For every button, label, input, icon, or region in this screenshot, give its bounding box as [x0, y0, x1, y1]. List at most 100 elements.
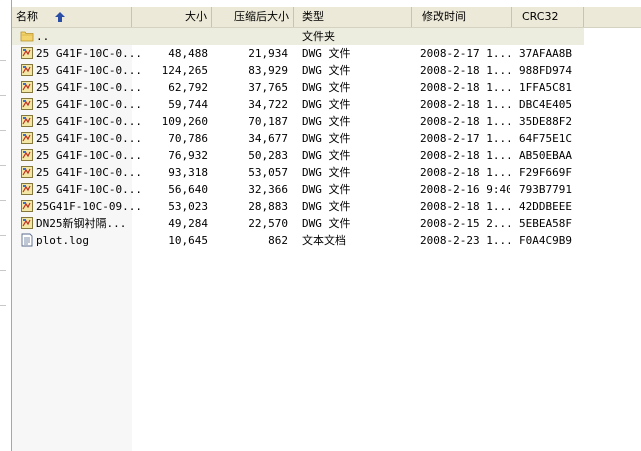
column-header-name[interactable]: 名称 — [12, 7, 132, 27]
column-header-compressed-size[interactable]: 压缩后大小 — [212, 7, 294, 27]
column-header: 名称 大小 压缩后大小 类型 修改时间 CRC32 — [12, 7, 641, 28]
list-item-crc32: 5EBEA58F — [519, 217, 572, 230]
list-item-type: DWG 文件 — [302, 166, 351, 179]
list-item-name: 25G41F-10C-09... — [36, 200, 142, 213]
list-item-size: 59,744 — [168, 98, 208, 111]
list-item-name: plot.log — [36, 234, 89, 247]
list-item-crc32: 42DDBEEE — [519, 200, 572, 213]
list-item-compressed-size: 70,187 — [248, 115, 288, 128]
list-item-modified: 2008-2-16 9:40 — [420, 183, 510, 196]
list-item-crc32: 988FD974 — [519, 64, 572, 77]
list-item-type: DWG 文件 — [302, 47, 351, 60]
dwg-file-icon — [21, 64, 33, 76]
list-item-name: .. — [36, 30, 50, 43]
list-item-size: 10,645 — [168, 234, 208, 247]
list-item-type: 文本文档 — [302, 234, 346, 247]
list-item-size: 109,260 — [161, 115, 208, 128]
list-item-type: DWG 文件 — [302, 183, 351, 196]
list-item-type: DWG 文件 — [302, 81, 351, 94]
dwg-file-icon — [21, 166, 33, 178]
column-header-name-label: 名称 — [16, 10, 38, 23]
list-item-name: 25 G41F-10C-0... — [36, 149, 142, 162]
list-item[interactable]: 25 G41F-10C-0... 59,744 34,722 DWG 文件 2008-2… — [12, 96, 584, 113]
list-item[interactable]: 25 G41F-10C-0... 70,786 34,677 DWG 文件 2008-2… — [12, 130, 584, 147]
list-item-name: 25 G41F-10C-0... — [36, 132, 142, 145]
list-item-crc32: F29F669F — [519, 166, 572, 179]
left-panel-tick — [0, 200, 6, 201]
left-panel-tick — [0, 60, 6, 61]
list-item[interactable]: 25 G41F-10C-0... 93,318 53,057 DWG 文件 2008-2… — [12, 164, 584, 181]
dwg-file-icon — [21, 81, 33, 93]
column-header-size[interactable]: 大小 — [132, 7, 212, 27]
list-item-compressed-size: 28,883 — [248, 200, 288, 213]
list-item-crc32: AB50EBAA — [519, 149, 572, 162]
list-item-type: DWG 文件 — [302, 200, 351, 213]
list-item-compressed-size: 34,677 — [248, 132, 288, 145]
list-item-crc32: 35DE88F2 — [519, 115, 572, 128]
list-item-crc32: DBC4E405 — [519, 98, 572, 111]
list-item[interactable]: 25 G41F-10C-0... 48,488 21,934 DWG 文件 2008-2… — [12, 45, 584, 62]
list-item[interactable]: DN25新钢衬隔... 49,284 22,570 DWG 文件 2008-2-15 2… — [12, 215, 584, 232]
list-item-name: 25 G41F-10C-0... — [36, 47, 142, 60]
column-header-crc32[interactable]: CRC32 — [512, 7, 584, 27]
dwg-file-icon — [21, 149, 33, 161]
list-item-modified: 2008-2-15 2... — [420, 217, 510, 230]
left-panel-edge — [0, 0, 12, 451]
list-item[interactable]: 25 G41F-10C-0... 109,260 70,187 DWG 文件 2008-… — [12, 113, 584, 130]
dwg-file-icon — [21, 98, 33, 110]
list-item-crc32: 64F75E1C — [519, 132, 572, 145]
list-item-size: 56,640 — [168, 183, 208, 196]
list-item-size: 93,318 — [168, 166, 208, 179]
column-header-modified[interactable]: 修改时间 — [412, 7, 512, 27]
column-header-type[interactable]: 类型 — [294, 7, 412, 27]
list-item-compressed-size: 50,283 — [248, 149, 288, 162]
list-item-crc32: 1FFA5C81 — [519, 81, 572, 94]
list-item-name: 25 G41F-10C-0... — [36, 64, 142, 77]
list-item[interactable]: 25 G41F-10C-0... 62,792 37,765 DWG 文件 2008-2… — [12, 79, 584, 96]
list-item-type: DWG 文件 — [302, 115, 351, 128]
list-item-size: 62,792 — [168, 81, 208, 94]
list-item-compressed-size: 32,366 — [248, 183, 288, 196]
list-item-name: 25 G41F-10C-0... — [36, 81, 142, 94]
list-item[interactable]: plot.log 10,645 862 文本文档 2008-2-23 1... F0A4C… — [12, 232, 584, 249]
list-item-modified: 2008-2-23 1... — [420, 234, 510, 247]
list-item-size: 53,023 — [168, 200, 208, 213]
list-item-compressed-size: 37,765 — [248, 81, 288, 94]
list-item-parent-folder[interactable]: .. 文件夹 — [12, 28, 584, 45]
list-item-type: DWG 文件 — [302, 217, 351, 230]
dwg-file-icon — [21, 217, 33, 229]
list-item-modified: 2008-2-18 1... — [420, 81, 510, 94]
list-item-compressed-size: 53,057 — [248, 166, 288, 179]
left-panel-tick — [0, 270, 6, 271]
list-item[interactable]: 25 G41F-10C-0... 124,265 83,929 DWG 文件 2008-… — [12, 62, 584, 79]
list-item-type: DWG 文件 — [302, 132, 351, 145]
list-item-modified: 2008-2-17 1... — [420, 132, 510, 145]
dwg-file-icon — [21, 132, 33, 144]
list-item-compressed-size: 21,934 — [248, 47, 288, 60]
sort-up-arrow-icon — [54, 12, 65, 22]
list-item[interactable]: 25 G41F-10C-0... 56,640 32,366 DWG 文件 2008-2… — [12, 181, 584, 198]
dwg-file-icon — [21, 183, 33, 195]
list-item-compressed-size: 862 — [268, 234, 288, 247]
list-item[interactable]: 25G41F-10C-09... 53,023 28,883 DWG 文件 2008-2… — [12, 198, 584, 215]
list-item-compressed-size: 34,722 — [248, 98, 288, 111]
list-item-type: 文件夹 — [302, 30, 335, 43]
list-item-size: 70,786 — [168, 132, 208, 145]
list-item-size: 76,932 — [168, 149, 208, 162]
list-item-size: 124,265 — [161, 64, 208, 77]
list-item-modified: 2008-2-18 1... — [420, 98, 510, 111]
list-item-modified: 2008-2-18 1... — [420, 64, 510, 77]
list-item-modified: 2008-2-18 1... — [420, 149, 510, 162]
list-item-modified: 2008-2-18 1... — [420, 200, 510, 213]
list-item-name: 25 G41F-10C-0... — [36, 183, 142, 196]
list-item-modified: 2008-2-18 1... — [420, 166, 510, 179]
list-item-crc32: F0A4C9B9 — [519, 234, 572, 247]
list-item-modified: 2008-2-18 1... — [420, 115, 510, 128]
list-item-name: DN25新钢衬隔... — [36, 217, 127, 230]
list-item-size: 48,488 — [168, 47, 208, 60]
left-panel-tick — [0, 95, 6, 96]
left-panel-tick — [0, 165, 6, 166]
list-item[interactable]: 25 G41F-10C-0... 76,932 50,283 DWG 文件 2008-2… — [12, 147, 584, 164]
left-panel-tick — [0, 305, 6, 306]
list-item-name: 25 G41F-10C-0... — [36, 166, 142, 179]
